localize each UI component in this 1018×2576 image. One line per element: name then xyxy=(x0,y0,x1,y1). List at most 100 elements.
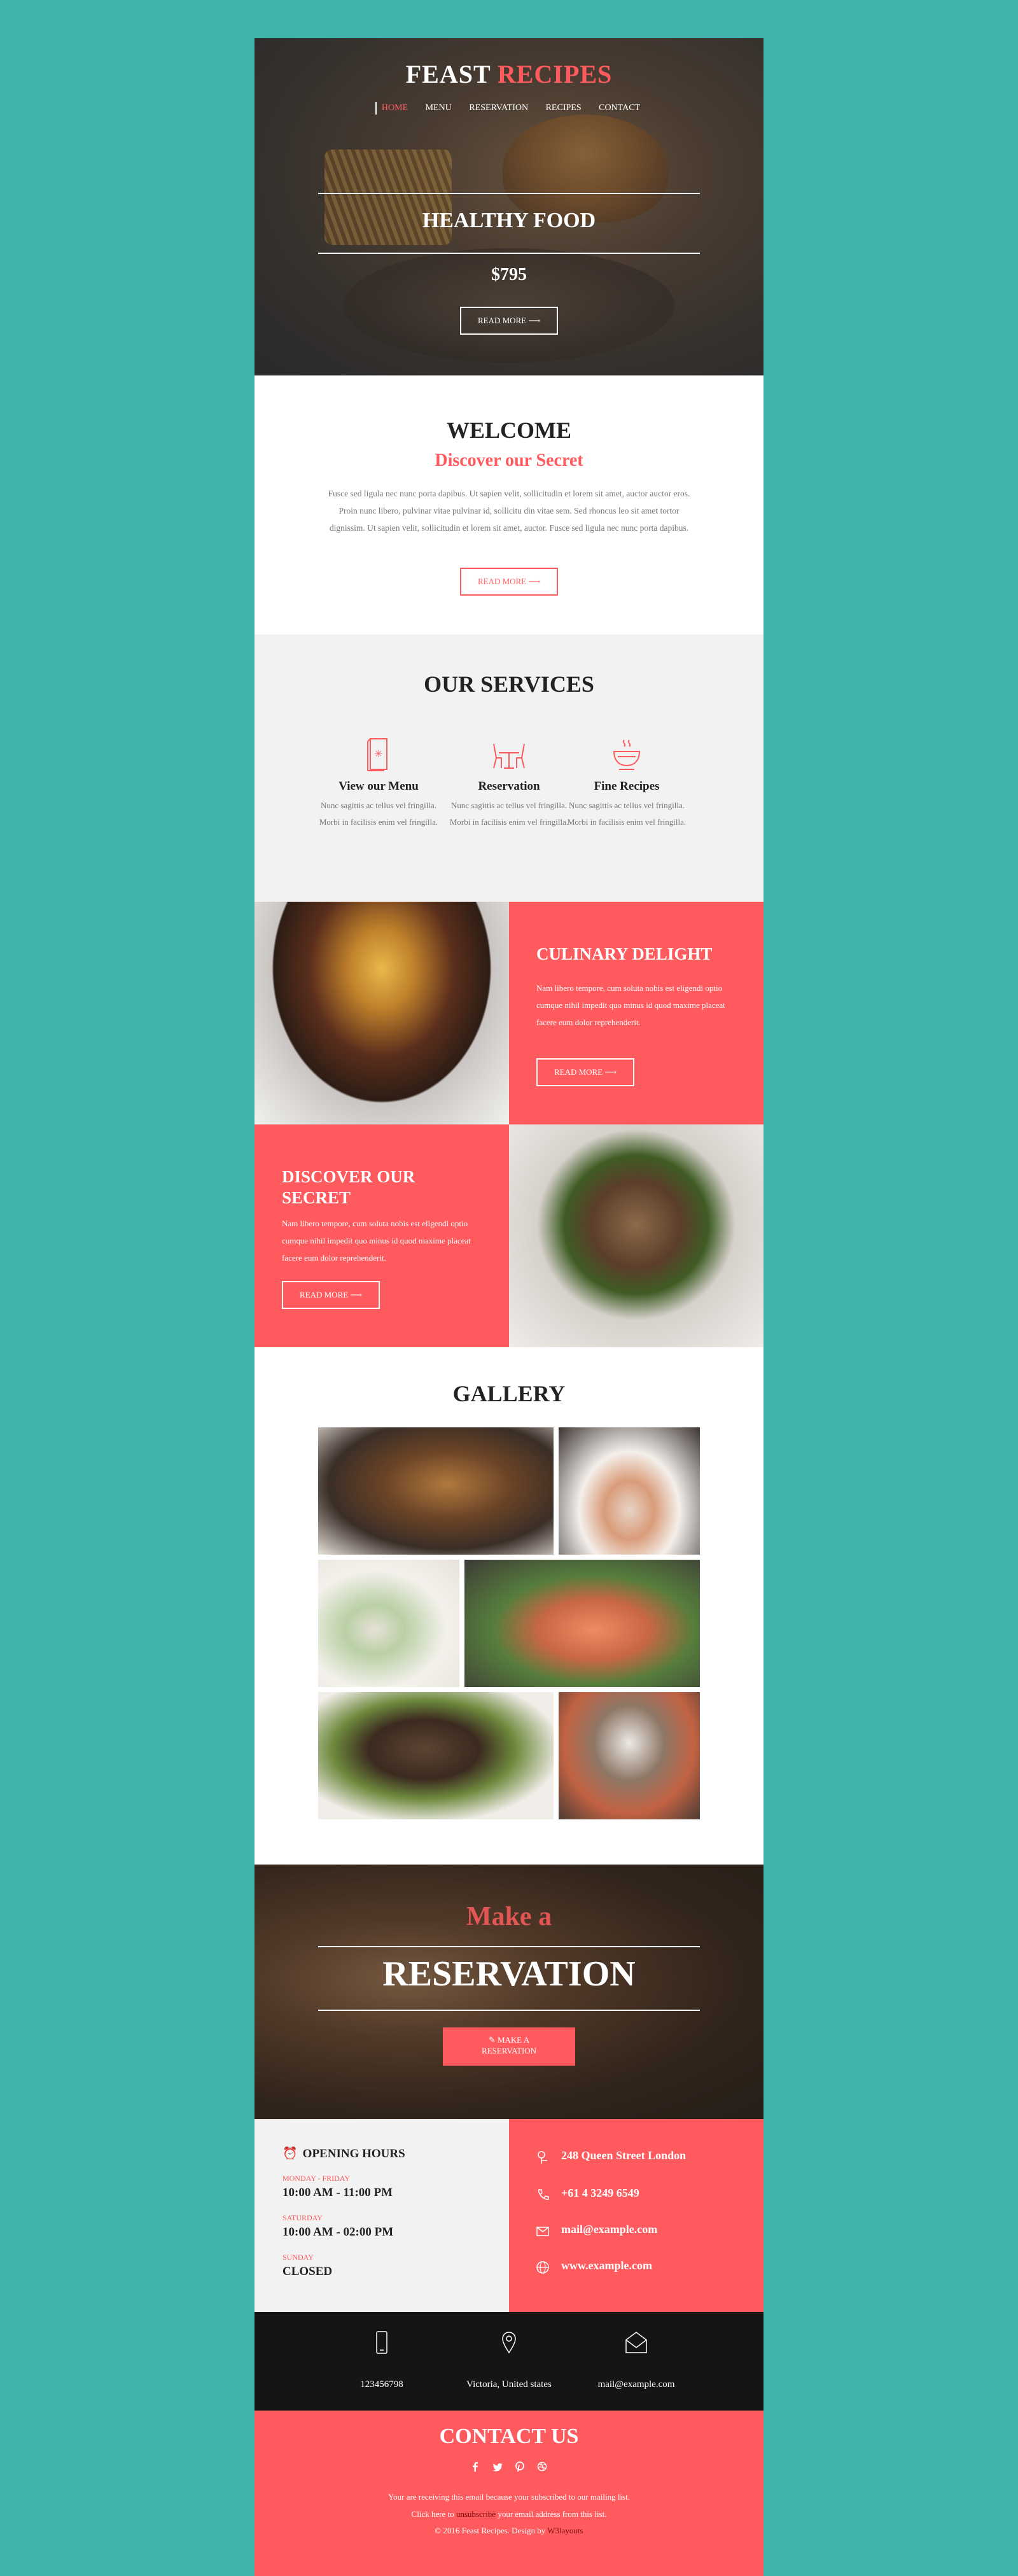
unsubscribe-link[interactable]: unsubscribe xyxy=(456,2509,496,2519)
discover-dish-image xyxy=(509,1124,764,1347)
strip-location: Victoria, United states xyxy=(445,2331,573,2390)
gallery-section: GALLERY xyxy=(254,1347,764,1865)
discover-read-more-button[interactable]: READ MORE ⟶ xyxy=(282,1281,380,1309)
discover-panel: DISCOVER OUR SECRET Nam libero tempore, … xyxy=(254,1124,509,1347)
service-title: Fine Recipes xyxy=(594,780,660,793)
footer-title: CONTACT US xyxy=(439,2425,579,2448)
info-section: ⏰ OPENING HOURS MONDAY - FRIDAY 10:00 AM … xyxy=(254,2119,764,2312)
discover-text: Nam libero tempore, cum soluta nobis est… xyxy=(282,1219,471,1263)
food-bowl-icon xyxy=(613,739,641,770)
contact-panel: 248 Queen Street London +61 4 3249 6549 … xyxy=(509,2119,764,2312)
gallery-image-salad[interactable] xyxy=(318,1560,459,1687)
strip-phone[interactable]: 123456798 xyxy=(318,2331,445,2390)
strip-email[interactable]: mail@example.com xyxy=(573,2331,700,2390)
hero-title: HEALTHY FOOD xyxy=(422,209,596,232)
culinary-text: Nam libero tempore, cum soluta nobis est… xyxy=(536,983,725,1027)
culinary-read-more-button[interactable]: READ MORE ⟶ xyxy=(536,1058,634,1086)
hero-read-more-button[interactable]: READ MORE ⟶ xyxy=(460,307,558,335)
hours-label: SATURDAY xyxy=(282,2213,323,2222)
opening-hours-panel: ⏰ OPENING HOURS MONDAY - FRIDAY 10:00 AM … xyxy=(254,2119,509,2312)
svg-text:✳: ✳ xyxy=(374,749,382,760)
reservation-title: RESERVATION xyxy=(382,1954,636,1994)
hours-label: MONDAY - FRIDAY xyxy=(282,2174,351,2183)
arrow-right-icon: ⟶ xyxy=(604,1067,617,1077)
welcome-section: WELCOME Discover our Secret Fusce sed li… xyxy=(254,375,764,634)
arrow-right-icon: ⟶ xyxy=(528,577,541,586)
culinary-dish-image xyxy=(254,902,509,1124)
reservation-banner: Make a RESERVATION ✎ MAKE A RESERVATION xyxy=(254,1865,764,2119)
hours-value: CLOSED xyxy=(282,2265,333,2278)
nav-item-reservation[interactable]: RESERVATION xyxy=(466,102,531,115)
service-item-menu[interactable]: ✳ View our Menu Nunc sagittis ac tellus … xyxy=(318,736,439,830)
hours-value: 10:00 AM - 02:00 PM xyxy=(282,2225,394,2239)
menu-book-icon: ✳ xyxy=(367,738,387,771)
pinterest-icon[interactable] xyxy=(515,2461,524,2475)
phone-icon xyxy=(538,2189,549,2200)
welcome-subtitle: Discover our Secret xyxy=(435,451,583,470)
gallery-image-chef-plating[interactable] xyxy=(559,1427,700,1555)
brand-name-part2: RECIPES xyxy=(497,60,613,88)
discover-section: DISCOVER OUR SECRET Nam libero tempore, … xyxy=(254,1124,764,1347)
nav-item-menu[interactable]: MENU xyxy=(423,102,454,115)
arrow-right-icon: ⟶ xyxy=(350,1290,363,1299)
hero-price: $795 xyxy=(491,265,527,284)
envelope-icon xyxy=(625,2332,647,2353)
footer-copyright: © 2016 Feast Recipes. Design by W3layout… xyxy=(435,2526,583,2535)
clock-icon: ⏰ xyxy=(282,2147,298,2160)
service-text: Nunc sagittis ac tellus vel fringilla. M… xyxy=(449,801,569,827)
footer-unsubscribe-line: Click here to unsubscribe your email add… xyxy=(411,2509,607,2519)
services-section: OUR SERVICES ✳ View our Menu Nunc sagitt… xyxy=(254,634,764,902)
arrow-right-icon: ⟶ xyxy=(528,316,541,325)
footer-contact: CONTACT US Your are receiving this email… xyxy=(254,2411,764,2576)
make-reservation-button[interactable]: ✎ MAKE A RESERVATION xyxy=(443,2027,575,2066)
globe-icon xyxy=(536,2261,549,2274)
nav-item-contact[interactable]: CONTACT xyxy=(596,102,643,115)
twitter-icon[interactable] xyxy=(492,2463,503,2475)
culinary-panel: CULINARY DELIGHT Nam libero tempore, cum… xyxy=(509,902,764,1124)
gallery-image-steak[interactable] xyxy=(318,1692,554,1819)
service-title: View our Menu xyxy=(338,780,419,793)
designer-link[interactable]: W3layouts xyxy=(547,2526,583,2535)
service-title: Reservation xyxy=(478,780,540,793)
brand-logo[interactable]: FEAST RECIPES xyxy=(254,59,764,89)
divider xyxy=(318,1946,700,1947)
reservation-overlay-text: Make a xyxy=(466,1902,552,1931)
divider xyxy=(318,193,700,194)
welcome-read-more-button[interactable]: READ MORE ⟶ xyxy=(460,568,558,596)
main-nav: HOME MENU RESERVATION RECIPES CONTACT xyxy=(254,102,764,115)
hours-value: 10:00 AM - 11:00 PM xyxy=(282,2186,393,2199)
email-template: FEAST RECIPES HOME MENU RESERVATION RECI… xyxy=(254,38,764,2576)
table-chairs-icon xyxy=(493,743,525,769)
mobile-phone-icon xyxy=(376,2331,387,2354)
service-text: Nunc sagittis ac tellus vel fringilla. M… xyxy=(567,801,687,827)
culinary-section: CULINARY DELIGHT Nam libero tempore, cum… xyxy=(254,902,764,1124)
signpost-icon xyxy=(538,2151,547,2164)
opening-hours-title: ⏰ OPENING HOURS xyxy=(282,2147,405,2160)
edit-icon: ✎ xyxy=(488,2035,496,2045)
gallery-image-salmon[interactable] xyxy=(464,1560,700,1687)
divider xyxy=(318,2010,700,2011)
gallery-image-chef-pizza[interactable] xyxy=(559,1692,700,1819)
brand-name-part1: FEAST xyxy=(405,60,491,88)
dribbble-icon[interactable] xyxy=(537,2461,547,2475)
service-text: Nunc sagittis ac tellus vel fringilla. M… xyxy=(319,801,438,827)
nav-item-home[interactable]: HOME xyxy=(375,102,410,115)
facebook-icon[interactable] xyxy=(471,2461,480,2475)
services-title: OUR SERVICES xyxy=(424,671,594,697)
service-item-recipes[interactable]: Fine Recipes Nunc sagittis ac tellus vel… xyxy=(566,736,687,830)
hours-label: SUNDAY xyxy=(282,2253,314,2262)
gallery-image-burger[interactable] xyxy=(318,1427,554,1555)
gallery-title: GALLERY xyxy=(452,1381,566,1406)
culinary-title: CULINARY DELIGHT xyxy=(536,944,713,963)
service-item-reservation[interactable]: Reservation Nunc sagittis ac tellus vel … xyxy=(449,736,569,830)
location-pin-icon xyxy=(502,2332,516,2354)
welcome-title: WELCOME xyxy=(446,417,571,443)
mail-icon xyxy=(536,2227,549,2236)
footer-note: Your are receiving this email because yo… xyxy=(388,2492,630,2502)
discover-title: DISCOVER OUR SECRET xyxy=(282,1167,415,1207)
welcome-text: Fusce sed ligula nec nunc porta dapibus.… xyxy=(328,489,690,533)
hero-banner: FEAST RECIPES HOME MENU RESERVATION RECI… xyxy=(254,38,764,375)
divider xyxy=(318,253,700,254)
social-links xyxy=(254,2461,764,2475)
nav-item-recipes[interactable]: RECIPES xyxy=(543,102,584,115)
